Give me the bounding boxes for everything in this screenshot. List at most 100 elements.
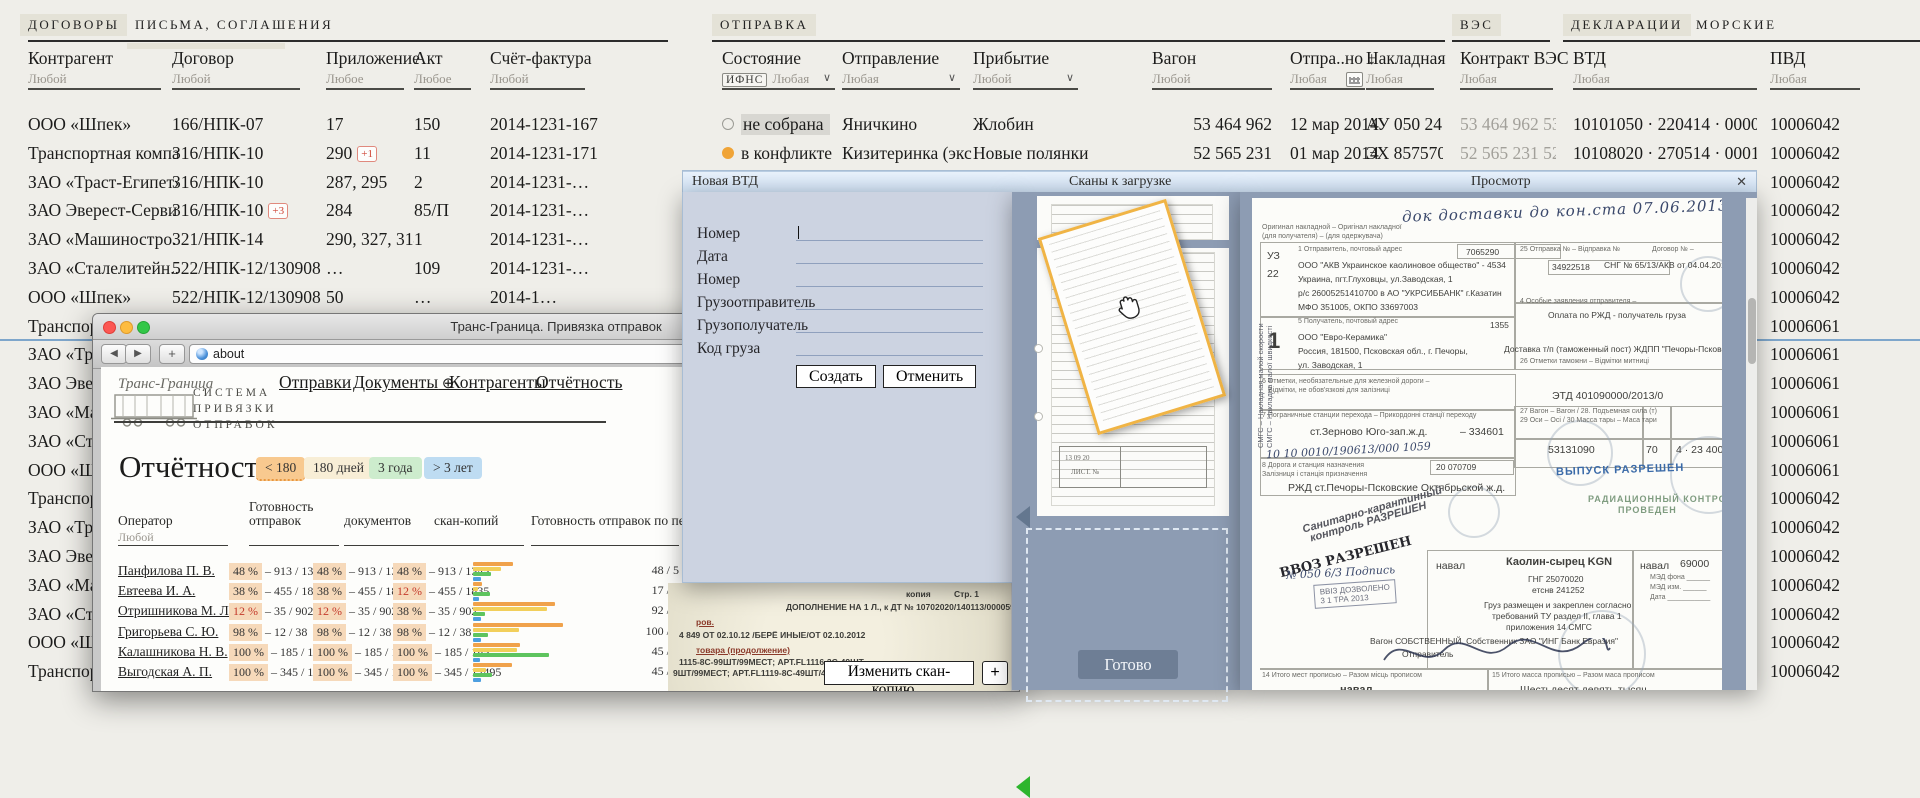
operator-name[interactable]: Отришникова М. Л. [118,603,232,619]
cell-contr: ЗАО «Машиностро... [28,229,178,250]
doc-text-line: 25 Отправка № – Відправка № [1520,246,1620,253]
operator-name[interactable]: Выгодская А. П. [118,664,212,680]
forward-icon[interactable]: ▶ [125,344,151,364]
column-filter-akt[interactable]: Любое [414,71,452,87]
operator-name[interactable]: Панфилова П. В. [118,563,215,579]
cell-akt: 109 [414,258,488,279]
move-scan-arrow-icon[interactable] [1016,776,1030,798]
nav-item-отчётность[interactable]: Отчётность [536,372,622,393]
cell-pvd: 10006042 [1770,546,1920,567]
close-icon[interactable]: ✕ [1736,174,1747,190]
doc-text-line: 69000 [1680,558,1709,570]
field-input-5[interactable] [796,317,983,333]
mini-bar-chart [473,562,568,582]
cell-contr: ООО «Шпек» [28,287,178,308]
operator-name[interactable]: Григорьева С. Ю. [118,624,218,640]
overlay-titlebar[interactable]: Новая ВТД Сканы к загрузке Просмотр ✕ [682,170,1757,194]
period-pill[interactable]: 3 года [369,457,422,479]
doc-text-line: р/с 26005251410700 в АО "УКРСИББАНК" г.К… [1298,288,1502,298]
operator-name[interactable]: Калашникова Н. В. [118,644,228,660]
cell-schet: 2014-1… [490,287,680,308]
doc-text-line: Доставка т/п (таможенный пост) ЖДПП "Печ… [1504,344,1722,354]
column-filter-sost[interactable]: ИФНСЛюбая [722,71,809,87]
column-filter-vtd[interactable]: Любая [1573,71,1610,87]
scans-title: Сканы к загрузке [1069,174,1171,190]
scrollbar-thumb[interactable] [1748,298,1756,364]
column-filter-otp[interactable]: Любая [842,71,879,87]
chevron-down-icon[interactable]: ∨ [1066,71,1074,84]
nav-item-контрагенты[interactable]: Контрагенты [449,372,546,393]
table-row[interactable]: Транспортная компа...316/НПК-10290+11120… [0,139,1920,168]
tab-декларации[interactable]: ДЕКЛАРАЦИИ [1563,14,1691,36]
doc-text-line: 27 Вагон – Вагон / 28. Подъемная сила (т… [1520,408,1657,415]
column-filter-nakl[interactable]: Любая [1366,71,1403,87]
calendar-icon[interactable] [1346,72,1363,87]
doc-text-line: МЭД изм. ______ [1650,584,1707,591]
table-row[interactable]: ООО «Шпек»166/НПК-07171502014-1231-167не… [0,110,1920,139]
field-input-4[interactable] [796,294,983,310]
cell-schet: 2014-1231-… [490,200,680,221]
filter-underline [414,88,471,90]
prev-scan-arrow-icon[interactable] [1016,506,1030,528]
column-filter-date[interactable]: Любая [1290,71,1327,87]
cancel-button[interactable]: Отменить [883,365,976,388]
operator-filter[interactable]: Любой [118,530,154,545]
cell-pvd: 10006042 [1770,200,1920,221]
doc-text-line: 5 Получатель, почтовый адрес [1298,318,1398,325]
done-button[interactable]: Готово [1078,650,1178,679]
back-icon[interactable]: ◀ [101,344,127,364]
column-filter-kon[interactable]: Любая [1460,71,1497,87]
period-pill[interactable]: 180 дней [304,457,373,479]
doc-text-line: ГНГ 25070020 [1528,574,1584,584]
cell-akt: 1 [414,229,488,250]
column-filter-pril[interactable]: Любое [326,71,364,87]
nav-item-отправки[interactable]: Отправки [279,372,351,393]
report-column-header: документов [344,513,411,529]
period-pill[interactable]: < 180 [256,457,305,481]
period-pill[interactable]: > 3 лет [424,457,482,479]
tab-отправка[interactable]: ОТПРАВКА [712,14,816,36]
column-filter-vag[interactable]: Любой [1152,71,1191,87]
column-filter-prib[interactable]: Любой [973,71,1012,87]
cell-pvd: 10006061 [1770,431,1920,452]
doc-text-line: МФО 351005, ОКПО 33697003 [1298,302,1418,312]
nav-item-документы[interactable]: Документы ⊕ [353,372,454,393]
doc-text-line: 7065290 [1466,247,1499,257]
scrollbar[interactable] [1746,198,1757,690]
column-filter-dog[interactable]: Любой [172,71,211,87]
create-button[interactable]: Создать [796,365,876,388]
text-caret [798,226,799,239]
column-filter-schet[interactable]: Любой [490,71,529,87]
column-header-akt: Акт [414,48,443,69]
tab-вэс[interactable]: ВЭС [1452,14,1501,36]
new-tab-button[interactable]: + [159,344,185,364]
column-filter-contr[interactable]: Любой [28,71,67,87]
doc-text-line: 70 [1646,444,1658,456]
doc-text-line: СМГС – Накладна малої швидкості [1265,326,1274,448]
divider [114,421,606,423]
cell-dog: 166/НПК-07 [172,114,324,135]
cell-pvd: 10006061 [1770,402,1920,423]
scan-dropzone[interactable]: Готово [1026,528,1228,702]
ifns-badge[interactable]: ИФНС [722,73,767,87]
scan-stack[interactable]: 13 09 20 ЛИСТ. № [1037,196,1229,516]
operator-name[interactable]: Евтеева И. А. [118,583,195,599]
column-filter-pvd[interactable]: Любая [1770,71,1807,87]
field-input-1[interactable] [796,225,983,241]
field-input-2[interactable] [796,248,983,264]
header-underline [344,545,434,546]
new-vtd-form: НомерДатаНомерГрузоотправительГрузополуч… [682,192,1014,583]
chevron-down-icon[interactable]: ∨ [823,71,831,84]
column-header-otp: Отправление [842,48,939,69]
field-input-6[interactable] [796,340,983,356]
cell-pvd: 10006042 [1770,143,1920,164]
tab-морские[interactable]: МОРСКИЕ [1688,14,1785,36]
field-input-3[interactable] [796,271,983,287]
cell-pvd: 10006061 [1770,344,1920,365]
chevron-down-icon[interactable]: ∨ [948,71,956,84]
tab-письма-соглашения[interactable]: ПИСЬМА, СОГЛАШЕНИЯ [127,14,341,36]
column-header-prib: Прибытие [973,48,1049,69]
readiness-cell: 98 % – 12 / 38 [393,624,471,641]
doc-text-line: ООО "АКВ Украинское каолиновое общество"… [1298,260,1506,270]
tab-договоры[interactable]: ДОГОВОРЫ [20,14,127,36]
